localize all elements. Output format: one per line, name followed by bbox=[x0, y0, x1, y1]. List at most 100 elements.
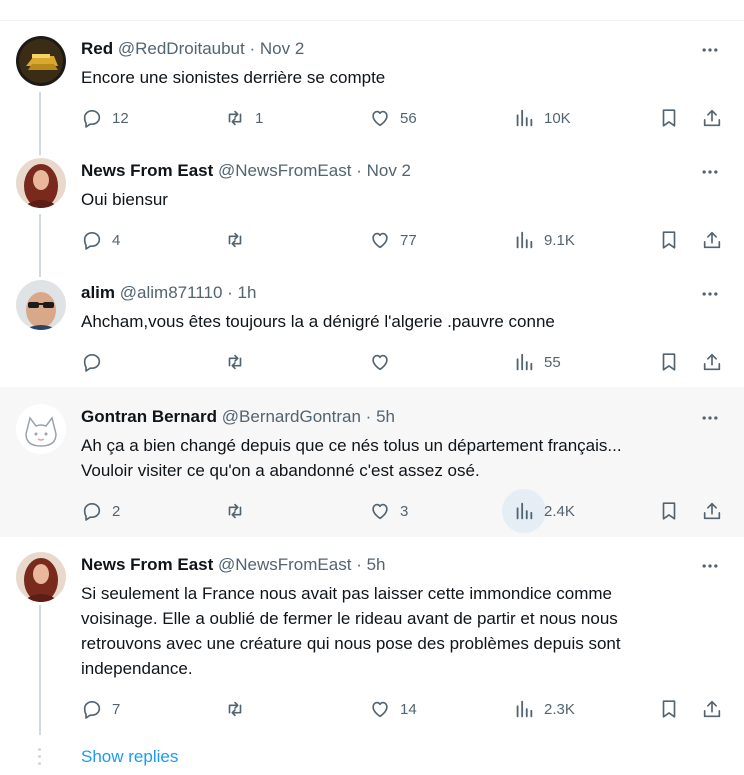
display-name[interactable]: Red bbox=[81, 39, 113, 58]
avatar[interactable] bbox=[16, 404, 66, 454]
reply-button[interactable]: 2 bbox=[81, 499, 120, 523]
repost-icon bbox=[228, 110, 242, 126]
user-handle[interactable]: @BernardGontran bbox=[222, 407, 361, 426]
bookmark-button[interactable] bbox=[658, 350, 680, 374]
reply-button[interactable]: 12 bbox=[81, 106, 129, 130]
more-options-button[interactable] bbox=[698, 160, 722, 184]
like-count: 56 bbox=[400, 109, 417, 127]
tweet-text-line: independance. bbox=[81, 659, 193, 678]
reply-button[interactable]: 4 bbox=[81, 228, 120, 252]
share-upload-icon bbox=[703, 353, 721, 371]
views-button[interactable]: 10K bbox=[513, 106, 571, 130]
like-button[interactable]: 77 bbox=[369, 228, 417, 252]
timestamp[interactable]: 1h bbox=[238, 283, 257, 302]
repost-button[interactable] bbox=[224, 350, 255, 374]
views-button[interactable]: 2.4K bbox=[502, 489, 575, 533]
views-button[interactable]: 2.3K bbox=[513, 697, 575, 721]
view-count: 9.1K bbox=[544, 231, 575, 249]
repost-button[interactable] bbox=[224, 697, 255, 721]
gold-bars-avatar-icon bbox=[16, 36, 66, 86]
tweet-actions: 55 bbox=[81, 350, 731, 374]
analytics-bars-icon bbox=[516, 353, 533, 371]
share-button[interactable] bbox=[701, 106, 723, 130]
more-options-button[interactable] bbox=[698, 38, 722, 62]
bookmark-icon bbox=[662, 502, 676, 520]
user-handle[interactable]: @alim871110 bbox=[120, 283, 223, 302]
more-horizontal-icon bbox=[702, 292, 718, 296]
reply-tweet[interactable]: News From East @NewsFromEast · Nov 2 Oui… bbox=[0, 150, 744, 260]
repost-button[interactable]: 1 bbox=[224, 106, 263, 130]
bookmark-button[interactable] bbox=[658, 697, 680, 721]
reply-tweet[interactable]: News From East @NewsFromEast · 5h Si seu… bbox=[0, 544, 744, 734]
share-upload-icon bbox=[703, 502, 721, 520]
share-upload-icon bbox=[703, 231, 721, 249]
bookmark-button[interactable] bbox=[658, 106, 680, 130]
reply-icon bbox=[83, 503, 101, 521]
repost-icon bbox=[228, 354, 242, 370]
timestamp[interactable]: Nov 2 bbox=[367, 161, 411, 180]
repost-button[interactable] bbox=[224, 499, 255, 523]
display-name[interactable]: alim bbox=[81, 283, 115, 302]
cat-sketch-avatar-icon bbox=[16, 404, 66, 454]
user-handle[interactable]: @NewsFromEast bbox=[218, 555, 351, 574]
tweet-text-line: Encore une sionistes derrière se compte bbox=[81, 68, 386, 87]
bookmark-button[interactable] bbox=[658, 499, 680, 523]
separator-dot: · bbox=[356, 555, 362, 574]
reply-tweet[interactable]: alim @alim871110 · 1h Ahcham,vous êtes t… bbox=[0, 272, 744, 386]
reply-tweet[interactable]: Gontran Bernard @BernardGontran · 5h Ah … bbox=[0, 387, 744, 537]
display-name[interactable]: News From East bbox=[81, 161, 213, 180]
more-options-button[interactable] bbox=[698, 282, 722, 306]
timestamp[interactable]: 5h bbox=[376, 407, 395, 426]
tweet-actions: 12 1 56 10K bbox=[81, 106, 731, 130]
avatar[interactable] bbox=[16, 552, 66, 602]
reply-icon bbox=[83, 354, 101, 372]
like-button[interactable] bbox=[369, 350, 400, 374]
tweet-header: News From East @NewsFromEast · Nov 2 bbox=[81, 160, 411, 182]
bookmark-button[interactable] bbox=[658, 228, 680, 252]
share-upload-icon bbox=[703, 109, 721, 127]
timestamp[interactable]: 5h bbox=[367, 555, 386, 574]
more-horizontal-icon bbox=[702, 416, 718, 420]
more-horizontal-icon bbox=[702, 170, 718, 174]
reply-count: 12 bbox=[112, 109, 129, 127]
heart-icon bbox=[372, 354, 388, 371]
avatar[interactable] bbox=[16, 36, 66, 86]
tweet-actions: 4 77 9.1K bbox=[81, 228, 731, 252]
more-options-button[interactable] bbox=[698, 406, 722, 430]
user-handle[interactable]: @RedDroitaubut bbox=[118, 39, 245, 58]
like-button[interactable]: 56 bbox=[369, 106, 417, 130]
more-options-button[interactable] bbox=[698, 554, 722, 578]
timestamp[interactable]: Nov 2 bbox=[260, 39, 304, 58]
display-name[interactable]: News From East bbox=[81, 555, 213, 574]
tweet-header: alim @alim871110 · 1h bbox=[81, 282, 256, 304]
separator-dot: · bbox=[227, 283, 233, 302]
tweet-header: Red @RedDroitaubut · Nov 2 bbox=[81, 38, 304, 60]
reply-button[interactable]: 7 bbox=[81, 697, 120, 721]
like-button[interactable]: 14 bbox=[369, 697, 417, 721]
repost-icon bbox=[228, 701, 242, 717]
tweet-text-line: voisinage. Elle a oublié de fermer le ri… bbox=[81, 609, 618, 628]
reply-icon bbox=[83, 232, 101, 250]
views-button[interactable]: 9.1K bbox=[513, 228, 575, 252]
view-count: 10K bbox=[544, 109, 571, 127]
like-count: 14 bbox=[400, 700, 417, 718]
like-button[interactable]: 3 bbox=[369, 499, 408, 523]
avatar[interactable] bbox=[16, 158, 66, 208]
reply-button[interactable] bbox=[81, 350, 112, 374]
share-button[interactable] bbox=[701, 499, 723, 523]
reply-tweet[interactable]: Red @RedDroitaubut · Nov 2 Encore une si… bbox=[0, 28, 744, 138]
tweet-text: Encore une sionistes derrière se compte bbox=[81, 65, 721, 90]
share-button[interactable] bbox=[701, 350, 723, 374]
display-name[interactable]: Gontran Bernard bbox=[81, 407, 217, 426]
views-button[interactable]: 55 bbox=[513, 350, 561, 374]
separator-dot: · bbox=[356, 161, 362, 180]
show-replies-link[interactable]: Show replies bbox=[81, 747, 178, 767]
man-sunglasses-avatar-icon bbox=[16, 280, 66, 330]
share-button[interactable] bbox=[701, 228, 723, 252]
share-button[interactable] bbox=[701, 697, 723, 721]
view-count: 2.4K bbox=[544, 502, 575, 520]
more-horizontal-icon bbox=[702, 48, 718, 52]
repost-button[interactable] bbox=[224, 228, 255, 252]
user-handle[interactable]: @NewsFromEast bbox=[218, 161, 351, 180]
avatar[interactable] bbox=[16, 280, 66, 330]
